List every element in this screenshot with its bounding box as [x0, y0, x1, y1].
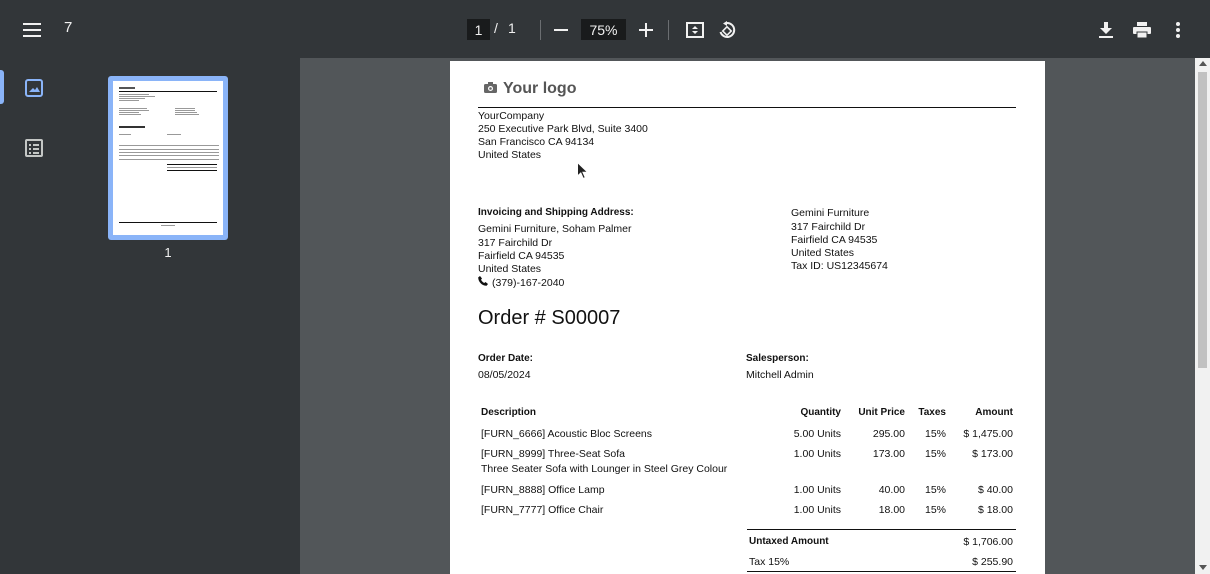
rotate-icon[interactable] — [711, 14, 743, 46]
menu-icon[interactable] — [16, 14, 48, 46]
line-taxes: 15% — [924, 448, 946, 460]
order-title: Order # S00007 — [478, 307, 621, 329]
fit-page-icon[interactable] — [679, 14, 711, 46]
customer-country: United States — [478, 263, 542, 275]
zoom-out-icon[interactable] — [545, 14, 577, 46]
thumbnail-page-number: 1 — [164, 245, 172, 260]
pdf-page: Your logo YourCompany 250 Executive Park… — [450, 61, 1045, 574]
line-unit-price: 18.00 — [878, 504, 905, 516]
company-logo: Your logo — [484, 80, 576, 98]
download-icon[interactable] — [1090, 14, 1122, 46]
line-description: [FURN_8999] Three-Seat Sofa — [481, 448, 625, 460]
line-amount: $ 173.00 — [972, 448, 1013, 460]
vertical-scrollbar[interactable] — [1195, 58, 1210, 574]
line-quantity: 1.00 Units — [793, 448, 841, 460]
document-title: 7 — [64, 19, 73, 36]
page-thumbnail[interactable] — [108, 76, 228, 240]
toolbar-divider — [540, 20, 541, 40]
totals-bottom-divider — [747, 571, 1016, 572]
header-divider — [478, 107, 1016, 108]
outline-view-icon[interactable] — [22, 136, 46, 160]
line-quantity: 1.00 Units — [793, 504, 841, 516]
company-city: San Francisco CA 94134 — [478, 136, 595, 148]
order-date: 08/05/2024 — [478, 369, 531, 381]
address-heading: Invoicing and Shipping Address: — [478, 207, 634, 218]
document-viewer[interactable]: Your logo YourCompany 250 Executive Park… — [300, 58, 1195, 574]
untaxed-amount-value: $ 1,706.00 — [963, 536, 1013, 548]
thumbnail-sidebar: 1 — [0, 58, 300, 574]
line-unit-price: 295.00 — [872, 428, 905, 440]
toolbar-divider — [668, 20, 669, 40]
current-page-input[interactable]: 1 — [467, 19, 490, 40]
line-amount: $ 1,475.00 — [963, 428, 1013, 440]
totals-divider — [747, 529, 1016, 530]
company-country: United States — [478, 149, 542, 161]
line-taxes: 15% — [924, 484, 946, 496]
customer-street: 317 Fairchild Dr — [478, 237, 553, 249]
tax-value: $ 255.90 — [972, 556, 1013, 568]
untaxed-amount-label: Untaxed Amount — [749, 536, 829, 547]
salesperson: Mitchell Admin — [746, 369, 814, 381]
customer-name: Gemini Furniture, Soham Palmer — [478, 223, 632, 235]
col-header-description: Description — [481, 407, 537, 418]
company-street: 250 Executive Park Blvd, Suite 3400 — [478, 123, 648, 135]
line-quantity: 1.00 Units — [793, 484, 841, 496]
customer-phone: (379)-167-2040 — [492, 276, 565, 289]
col-header-taxes: Taxes — [918, 407, 946, 418]
customer-city: Fairfield CA 94535 — [478, 250, 565, 262]
tax-label: Tax 15% — [749, 556, 790, 568]
customer-phone-row: (379)-167-2040 — [478, 276, 564, 289]
zoom-in-icon[interactable] — [630, 14, 662, 46]
thumbnail-view-icon[interactable] — [22, 76, 46, 100]
pdf-toolbar: 7 1 / 1 75% — [0, 0, 1210, 58]
zoom-input[interactable]: 75% — [581, 19, 626, 40]
line-description: [FURN_6666] Acoustic Bloc Screens — [481, 428, 652, 440]
mouse-cursor-icon — [577, 161, 589, 185]
phone-icon — [478, 276, 488, 289]
thumbnail-page-preview — [113, 81, 223, 235]
total-pages: 1 — [508, 20, 516, 36]
partner-name: Gemini Furniture — [791, 207, 870, 219]
col-header-unit-price: Unit Price — [858, 407, 905, 418]
camera-icon — [484, 80, 497, 98]
line-taxes: 15% — [924, 504, 946, 516]
line-description: [FURN_8888] Office Lamp — [481, 484, 605, 496]
line-amount: $ 18.00 — [977, 504, 1013, 516]
line-unit-price: 173.00 — [872, 448, 905, 460]
order-date-label: Order Date: — [478, 353, 534, 364]
partner-country: United States — [791, 247, 855, 259]
line-note: Three Seater Sofa with Lounger in Steel … — [481, 463, 728, 475]
scrollbar-thumb[interactable] — [1198, 72, 1207, 368]
logo-text: Your logo — [503, 80, 577, 97]
salesperson-label: Salesperson: — [746, 353, 809, 364]
line-description: [FURN_7777] Office Chair — [481, 504, 604, 516]
print-icon[interactable] — [1126, 14, 1158, 46]
col-header-quantity: Quantity — [800, 407, 841, 418]
line-unit-price: 40.00 — [878, 484, 905, 496]
page-separator: / — [494, 20, 498, 36]
partner-tax-id: Tax ID: US12345674 — [791, 260, 888, 272]
more-icon[interactable] — [1162, 14, 1194, 46]
active-tab-indicator — [0, 70, 4, 104]
scroll-up-arrow-icon[interactable] — [1199, 61, 1207, 66]
partner-city: Fairfield CA 94535 — [791, 234, 878, 246]
scroll-down-arrow-icon[interactable] — [1199, 565, 1207, 570]
line-taxes: 15% — [924, 428, 946, 440]
line-amount: $ 40.00 — [977, 484, 1013, 496]
col-header-amount: Amount — [975, 407, 1013, 418]
line-quantity: 5.00 Units — [793, 428, 841, 440]
company-name: YourCompany — [478, 110, 545, 122]
partner-street: 317 Fairchild Dr — [791, 221, 866, 233]
